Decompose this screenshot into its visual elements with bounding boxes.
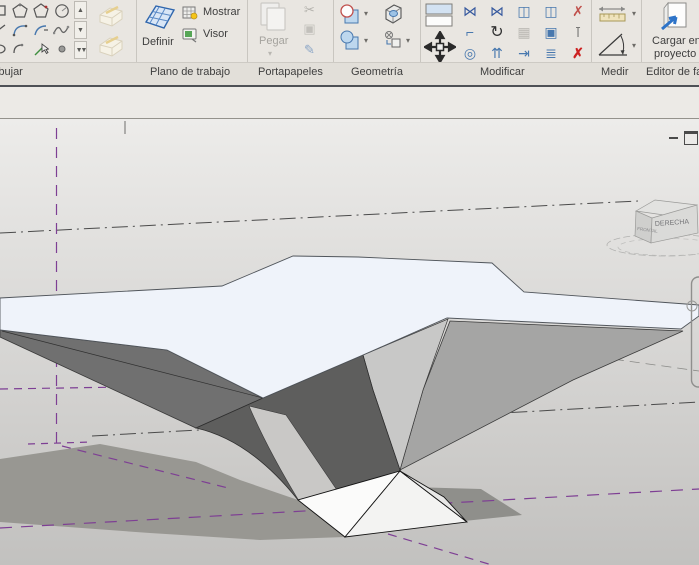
delete-icon[interactable]: ✗	[566, 43, 590, 63]
panel-label-portapapeles[interactable]: Portapapeles	[258, 66, 323, 78]
draw-point-icon[interactable]	[52, 39, 71, 58]
draw-polygon-inscribed-icon[interactable]	[10, 1, 29, 20]
draw-arc-center-icon[interactable]	[10, 20, 29, 39]
draw-scroll-more-button[interactable]: ▼▼	[74, 41, 87, 59]
pegar-label: Pegar	[259, 35, 288, 47]
scale-icon[interactable]: ▣	[539, 22, 563, 42]
panel-label-plano[interactable]: Plano de trabajo	[150, 66, 230, 78]
draw-polygon-circumscribed-icon[interactable]	[31, 1, 50, 20]
solid-geometry-button[interactable]	[381, 2, 405, 31]
draw-circle-icon[interactable]	[52, 1, 71, 20]
minimize-view-icon[interactable]	[669, 137, 678, 139]
mostrar-label: Mostrar	[203, 6, 240, 18]
cargar-en-proyecto-button[interactable]: Cargar en proyecto	[650, 1, 699, 38]
measure-angle-caret-icon[interactable]: ▾	[632, 41, 636, 50]
visor-button[interactable]: Visor	[182, 27, 198, 48]
options-bar	[0, 87, 699, 119]
panel-label-strip: Dibujar Plano de trabajo Portapapeles Ge…	[0, 62, 699, 85]
cut-geometry-button[interactable]	[339, 4, 361, 30]
pegar-button[interactable]: Pegar ▾	[254, 0, 294, 37]
offset-icon[interactable]: ⌐	[458, 22, 482, 42]
panel-label-geometria[interactable]: Geometría	[351, 66, 403, 78]
panel-label-modificar[interactable]: Modificar	[480, 66, 525, 78]
array-icon[interactable]: ≣	[539, 43, 563, 63]
revit-window: ▲ ▼ ▼▼ Definir Mostrar Visor	[0, 0, 699, 565]
panel-label-dibujar[interactable]: Dibujar	[0, 66, 23, 78]
cargar-label-line2: proyecto	[654, 48, 696, 60]
copy-icon[interactable]: ◎	[458, 43, 482, 63]
create-group-icon[interactable]: ▦	[512, 22, 536, 42]
3d-scene: FRONTAL DERECHA	[0, 119, 699, 565]
definir-plano-button[interactable]: Definir	[140, 0, 178, 39]
mostrar-button[interactable]: Mostrar	[182, 5, 198, 26]
create-solid-form-button[interactable]	[92, 1, 128, 34]
selection-rectangles-icon[interactable]	[425, 3, 455, 34]
unpin-icon[interactable]: ✗	[566, 1, 590, 21]
align-icon[interactable]: ⇈	[485, 43, 509, 63]
void-forms-caret-icon[interactable]: ▾	[406, 36, 410, 45]
draw-spline-icon[interactable]	[52, 20, 71, 39]
view-window-controls	[669, 129, 697, 143]
trim-extend-icon[interactable]: ⇥	[512, 43, 536, 63]
panel-label-medir[interactable]: Medir	[601, 66, 629, 78]
visor-label: Visor	[203, 28, 228, 40]
rotate-icon[interactable]: ↻	[485, 22, 509, 42]
join-geometry-button[interactable]	[339, 29, 361, 56]
cargar-label-line1: Cargar en	[652, 35, 699, 47]
restore-view-icon[interactable]	[684, 131, 698, 145]
draw-fillet-arc-icon[interactable]	[10, 39, 29, 58]
cut-geometry-caret-icon[interactable]: ▾	[364, 9, 368, 18]
pegar-caret-icon: ▾	[268, 49, 272, 58]
definir-label: Definir	[142, 36, 174, 48]
pick-lines-icon[interactable]	[31, 39, 50, 58]
draw-scroll-down-button[interactable]: ▼	[74, 21, 87, 39]
void-forms-button[interactable]	[383, 30, 403, 55]
cut-icon[interactable]: ✂	[300, 0, 319, 19]
copy-to-clipboard-icon[interactable]: ▣	[300, 19, 319, 38]
create-void-form-button[interactable]	[92, 31, 128, 64]
split-element-icon[interactable]: ◫	[512, 1, 536, 21]
measure-caret-icon[interactable]: ▾	[632, 9, 636, 18]
pin-icon[interactable]: ⊺	[566, 22, 590, 42]
draw-ellipse-icon[interactable]	[0, 39, 9, 58]
ribbon: ▲ ▼ ▼▼ Definir Mostrar Visor	[0, 0, 699, 87]
join-geometry-caret-icon[interactable]: ▾	[364, 36, 368, 45]
split-with-gap-icon[interactable]: ◫	[539, 1, 563, 21]
match-type-icon[interactable]: ✎	[300, 40, 319, 59]
draw-scroll-up-button[interactable]: ▲	[74, 1, 87, 19]
panel-label-editor[interactable]: Editor de familias	[646, 66, 699, 78]
draw-arc-tangent-icon[interactable]	[31, 20, 50, 39]
draw-line-icon[interactable]	[0, 20, 9, 39]
measure-distance-button[interactable]	[596, 3, 630, 30]
mirror-pick-axis-icon[interactable]: ⋈	[458, 1, 482, 21]
measure-angle-button[interactable]	[596, 30, 630, 63]
draw-rectangle-icon[interactable]	[0, 1, 9, 20]
drawing-area-3d-view[interactable]: FRONTAL DERECHA	[0, 119, 699, 565]
mirror-draw-axis-icon[interactable]: ⋈	[485, 1, 509, 21]
